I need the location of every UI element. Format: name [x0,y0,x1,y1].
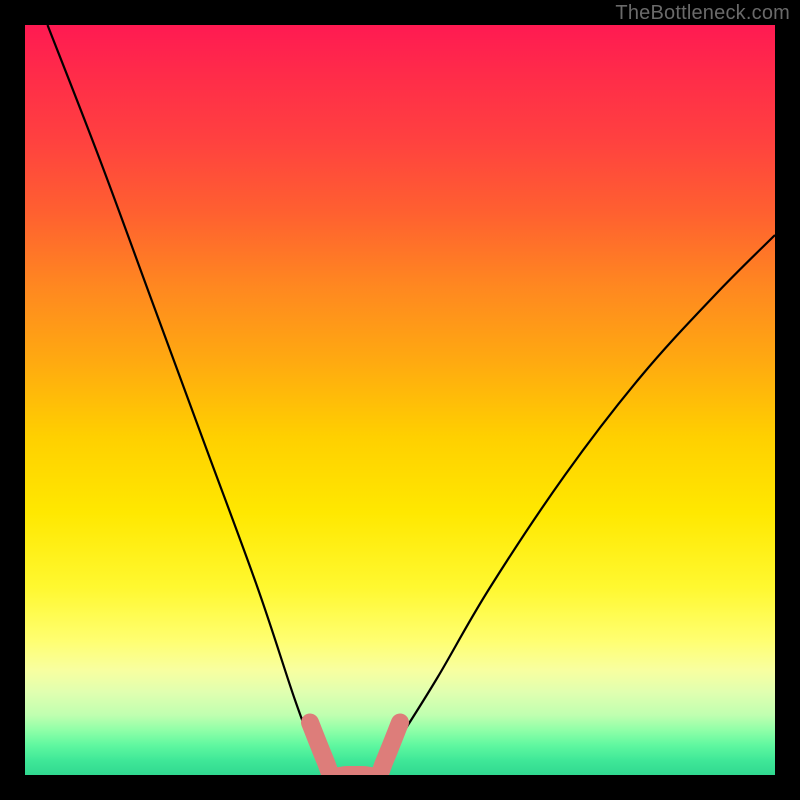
chart-frame: TheBottleneck.com [0,0,800,800]
curve-layer [25,25,775,775]
plot-area [25,25,775,775]
valley-marker [310,723,400,776]
left-curve [48,25,333,775]
watermark-text: TheBottleneck.com [615,2,790,25]
right-curve [378,235,776,775]
